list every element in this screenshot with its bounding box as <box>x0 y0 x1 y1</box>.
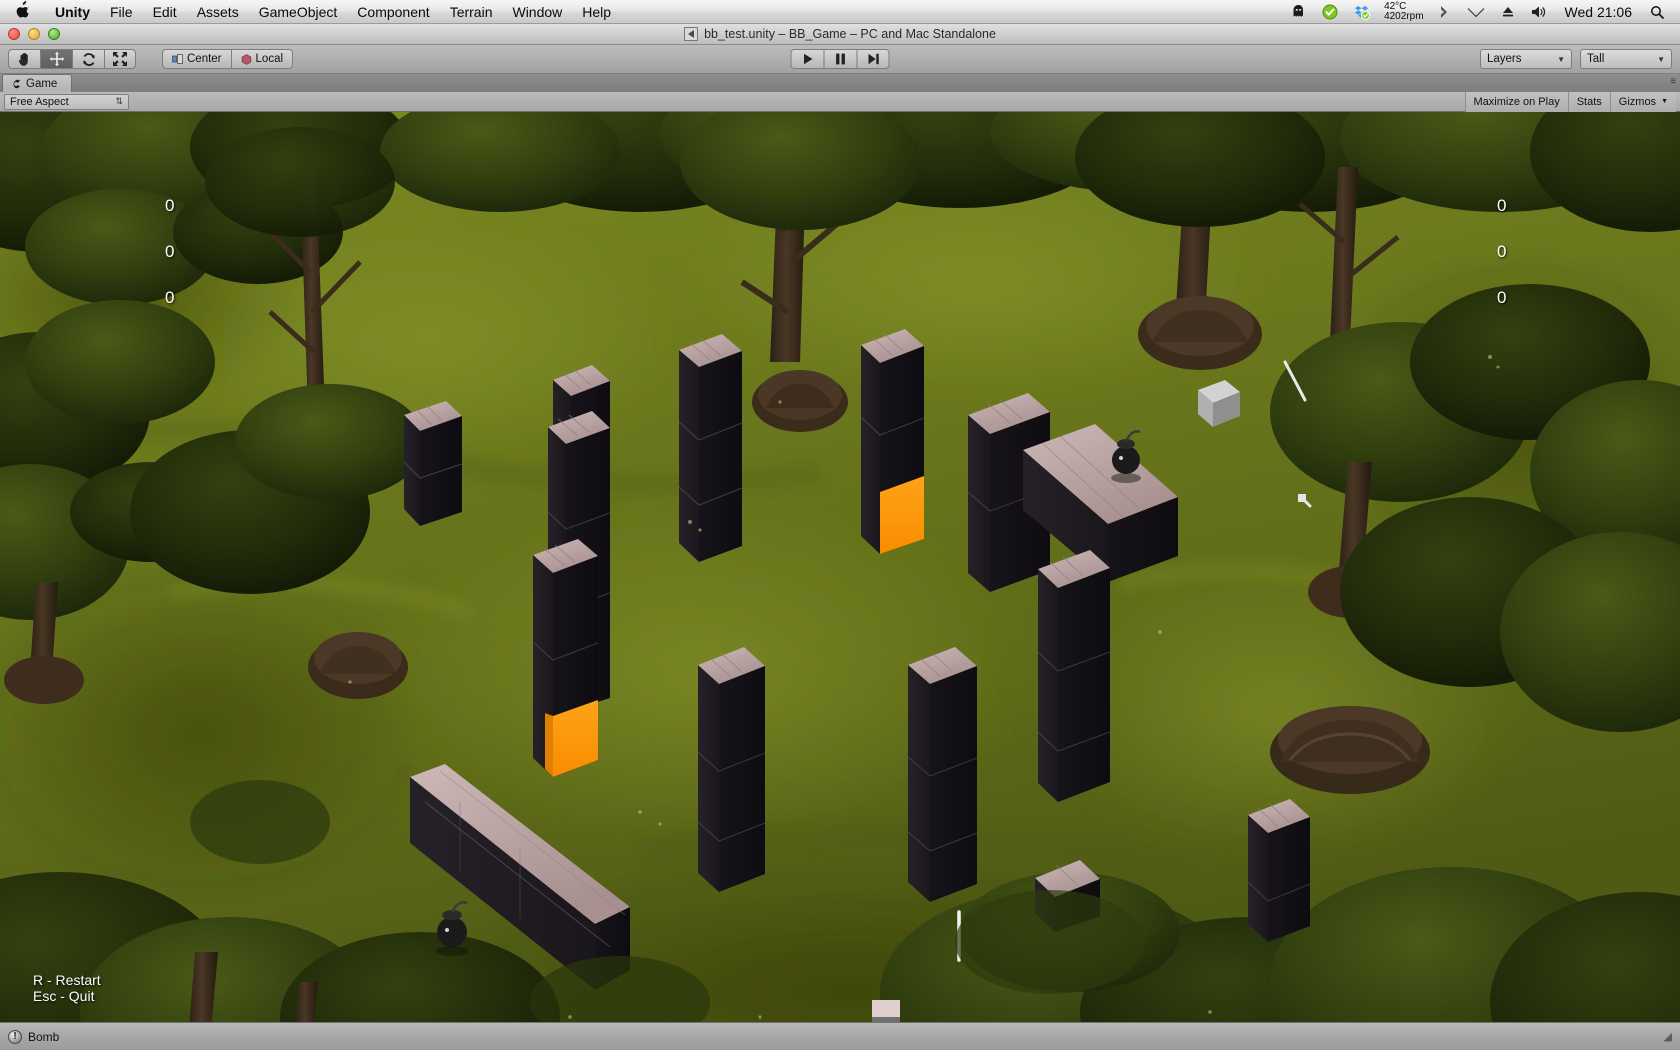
pivot-mode-label: Center <box>187 53 222 65</box>
wifi-icon[interactable] <box>1459 0 1493 24</box>
gizmos-dropdown[interactable]: Gizmos ▼ <box>1609 91 1676 112</box>
menu-assets[interactable]: Assets <box>187 0 249 24</box>
checkmark-shield-icon-svg <box>1322 4 1338 19</box>
pause-icon <box>836 53 845 65</box>
chevron-down-icon: ▼ <box>1657 54 1665 64</box>
stepper-icon: ⇅ <box>115 96 123 106</box>
menu-edit[interactable]: Edit <box>143 0 187 24</box>
menu-component[interactable]: Component <box>347 0 439 24</box>
aspect-ratio-label: Free Aspect <box>10 95 69 108</box>
unity-logo-icon <box>684 27 699 41</box>
stats-toggle[interactable]: Stats <box>1567 91 1610 112</box>
pivot-rotation-label: Local <box>255 53 284 65</box>
chevron-down-icon: ▼ <box>1661 98 1668 105</box>
menu-terrain[interactable]: Terrain <box>440 0 503 24</box>
menu-file[interactable]: File <box>100 0 143 24</box>
close-button[interactable] <box>8 28 20 40</box>
game-scene-svg <box>0 112 1680 1022</box>
apple-logo-icon-svg <box>16 0 29 17</box>
window-title-text: bb_test.unity – BB_Game – PC and Mac Sta… <box>704 27 996 41</box>
game-view-toolbar-right: Maximize on Play Stats Gizmos ▼ <box>1464 91 1676 112</box>
info-icon[interactable]: ! <box>8 1029 22 1044</box>
window-titlebar: bb_test.unity – BB_Game – PC and Mac Sta… <box>0 24 1680 45</box>
search-icon[interactable] <box>1642 0 1672 24</box>
unity-status-bar: ! Bomb ◢ <box>0 1022 1680 1050</box>
rotate-icon <box>82 52 95 66</box>
chevron-right-icon[interactable] <box>1430 0 1459 24</box>
status-bar-right: ◢ <box>1664 1030 1672 1043</box>
help-line-restart: R - Restart <box>33 972 101 988</box>
pivot-mode-button[interactable]: Center <box>162 49 231 69</box>
layout-dropdown[interactable]: Tall ▼ <box>1580 49 1672 69</box>
search-icon-svg <box>1651 5 1664 19</box>
game-view-icon <box>13 79 20 88</box>
dropbox-icon-svg <box>1355 5 1371 20</box>
playback-controls <box>790 49 890 69</box>
window-title: bb_test.unity – BB_Game – PC and Mac Sta… <box>684 27 996 41</box>
wifi-icon-svg <box>1467 8 1484 18</box>
minimize-button[interactable] <box>28 28 40 40</box>
status-message: Bomb <box>28 1029 60 1044</box>
ghost-icon[interactable] <box>1283 0 1314 24</box>
temperature-monitor[interactable]: 42°C 4202rpm <box>1378 0 1429 22</box>
transform-tools-group <box>8 49 136 69</box>
move-arrows-icon <box>49 51 64 67</box>
chevron-down-icon: ▼ <box>1557 54 1565 64</box>
pivot-rotation-button[interactable]: Local <box>230 49 294 69</box>
toolbar-right-group: Layers ▼ Tall ▼ <box>1480 49 1672 69</box>
resize-grip-icon[interactable]: ◢ <box>1664 1030 1672 1043</box>
maximize-on-play-toggle[interactable]: Maximize on Play <box>1464 91 1568 112</box>
dropbox-icon[interactable] <box>1346 0 1378 24</box>
apple-logo-icon[interactable] <box>0 0 45 21</box>
game-view-render[interactable]: 0 0 0 0 0 0 R - Restart Esc - Quit <box>0 112 1680 1022</box>
unity-toolbar: Center Local Layers ▼ Tall ▼ <box>0 45 1680 74</box>
game-view-toolbar: Free Aspect ⇅ Maximize on Play Stats Giz… <box>0 91 1680 112</box>
eject-icon-svg <box>1502 6 1513 16</box>
scale-icon <box>113 52 127 66</box>
step-icon <box>868 53 879 65</box>
gizmos-label: Gizmos <box>1618 95 1657 108</box>
hand-icon <box>18 52 28 66</box>
checkmark-shield-icon[interactable] <box>1314 0 1346 24</box>
scale-tool-button[interactable] <box>104 49 136 69</box>
play-icon <box>803 53 812 65</box>
menu-unity[interactable]: Unity <box>45 0 100 24</box>
menu-help[interactable]: Help <box>572 0 621 24</box>
move-tool-button[interactable] <box>40 49 72 69</box>
play-button[interactable] <box>790 49 824 69</box>
menu-window[interactable]: Window <box>502 0 572 24</box>
step-button[interactable] <box>856 49 890 69</box>
layout-dropdown-label: Tall <box>1587 53 1605 65</box>
zoom-button[interactable] <box>48 28 60 40</box>
layers-dropdown-label: Layers <box>1487 53 1522 65</box>
eject-icon[interactable] <box>1493 0 1523 24</box>
panel-tab-row: Game ≡ <box>0 74 1680 92</box>
chevron-right-icon-svg <box>1440 5 1447 18</box>
aspect-ratio-dropdown[interactable]: Free Aspect ⇅ <box>4 93 129 110</box>
panel-menu-icon[interactable]: ≡ <box>1670 76 1676 87</box>
local-rotation-icon <box>241 53 251 65</box>
window-controls <box>8 28 60 40</box>
menu-gameobject[interactable]: GameObject <box>249 0 348 24</box>
layers-dropdown[interactable]: Layers ▼ <box>1480 49 1572 69</box>
pause-button[interactable] <box>823 49 857 69</box>
tab-game[interactable]: Game <box>2 74 73 92</box>
menubar-status-area: 42°C 4202rpm Wed 21:06 <box>1283 0 1680 24</box>
macos-menubar: Unity File Edit Assets GameObject Compon… <box>0 0 1680 24</box>
center-pivot-icon <box>172 54 183 64</box>
fan-speed-value: 4202rpm <box>1384 10 1424 22</box>
hand-tool-button[interactable] <box>8 49 40 69</box>
temperature-value: 42°C <box>1384 0 1407 12</box>
ghost-icon-svg <box>1293 4 1304 17</box>
tab-game-label: Game <box>26 77 58 90</box>
volume-icon[interactable] <box>1523 0 1557 24</box>
rotate-tool-button[interactable] <box>72 49 104 69</box>
pivot-toggle-group: Center Local <box>162 49 294 69</box>
help-line-quit: Esc - Quit <box>33 988 95 1004</box>
menubar-clock[interactable]: Wed 21:06 <box>1557 4 1642 20</box>
volume-icon-svg <box>1531 6 1545 17</box>
